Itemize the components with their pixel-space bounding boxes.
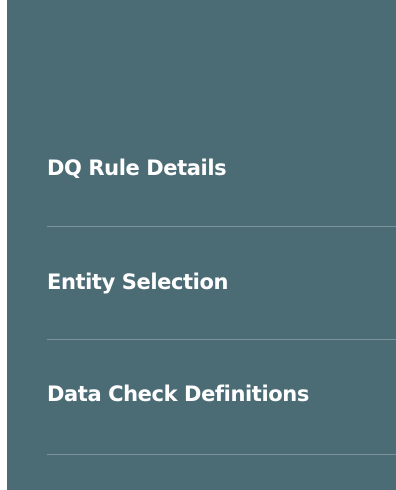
divider: [47, 226, 396, 227]
divider: [47, 454, 396, 455]
window: DQ Rule Details Entity Selection Data Ch…: [0, 0, 396, 490]
step-entity-selection[interactable]: Entity Selection: [47, 272, 396, 293]
divider: [47, 339, 396, 340]
step-dq-rule-details[interactable]: DQ Rule Details: [47, 158, 396, 179]
wizard-steps-sidebar: DQ Rule Details Entity Selection Data Ch…: [7, 0, 396, 490]
step-data-check-definitions[interactable]: Data Check Definitions: [47, 384, 396, 405]
